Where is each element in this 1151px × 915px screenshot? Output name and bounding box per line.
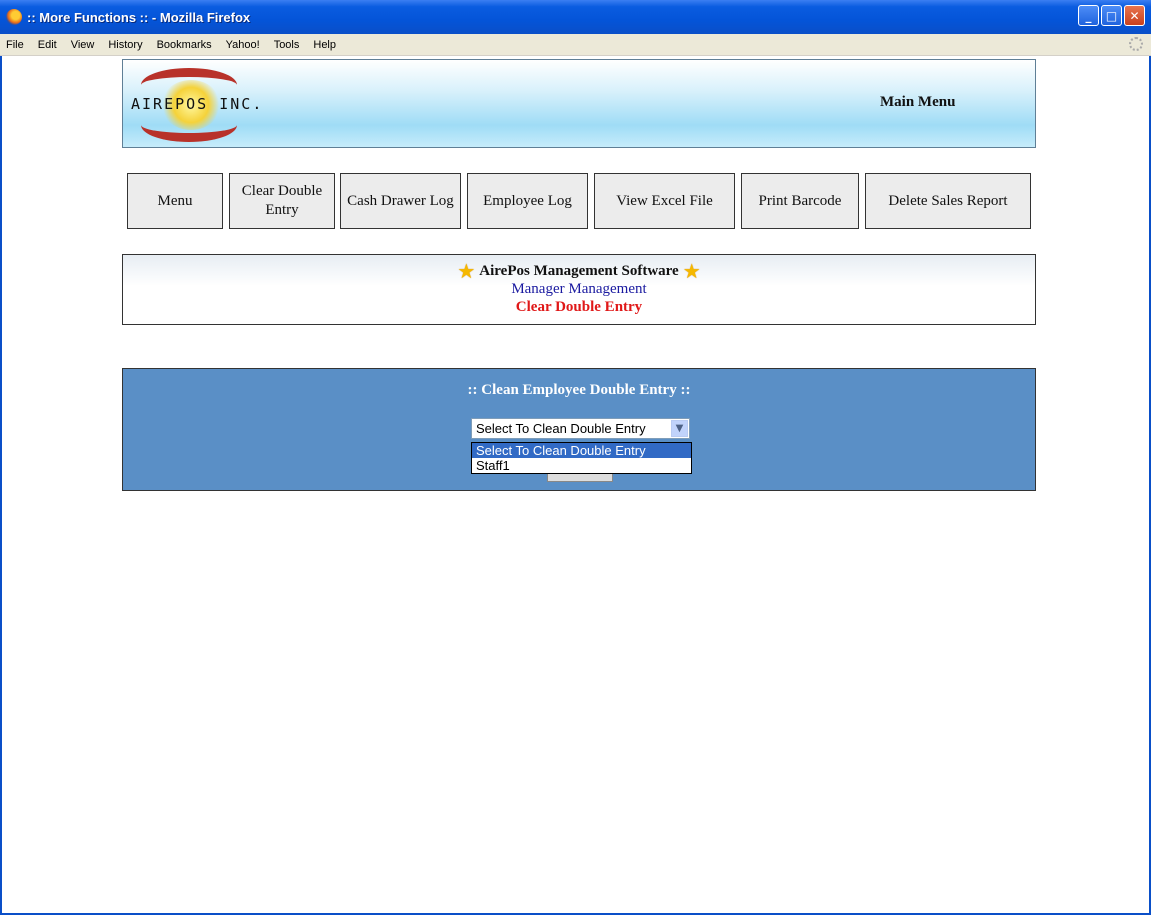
- current-page-title: Clear Double Entry: [515, 299, 643, 315]
- window-titlebar: :: More Functions :: - Mozilla Firefox _…: [0, 0, 1151, 34]
- menu-file[interactable]: File: [6, 39, 24, 51]
- menu-bookmarks[interactable]: Bookmarks: [157, 39, 212, 51]
- cash-drawer-log-button[interactable]: Cash Drawer Log: [340, 173, 461, 229]
- page-info-box: ★ AirePos Management Software ★ Manager …: [122, 254, 1036, 325]
- clean-double-entry-panel: :: Clean Employee Double Entry :: Select…: [122, 368, 1036, 491]
- view-excel-file-button[interactable]: View Excel File: [594, 173, 735, 229]
- logo-text: AIREPOS INC.: [131, 95, 264, 113]
- employee-select[interactable]: Select To Clean Double Entry ▼: [471, 418, 690, 439]
- print-barcode-button[interactable]: Print Barcode: [741, 173, 859, 229]
- logo-ring-bottom: [141, 108, 237, 142]
- section-subtitle: Manager Management: [511, 281, 647, 297]
- employee-log-button[interactable]: Employee Log: [467, 173, 588, 229]
- star-icon: ★: [457, 259, 476, 283]
- dropdown-option[interactable]: Select To Clean Double Entry: [472, 443, 691, 458]
- clear-double-entry-button[interactable]: Clear Double Entry: [229, 173, 335, 229]
- menu-button[interactable]: Menu: [127, 173, 223, 229]
- menu-help[interactable]: Help: [313, 39, 336, 51]
- menu-edit[interactable]: Edit: [38, 39, 57, 51]
- firefox-icon: [6, 9, 22, 25]
- close-button[interactable]: ✕: [1124, 5, 1145, 26]
- minimize-button[interactable]: _: [1078, 5, 1099, 26]
- select-value: Select To Clean Double Entry: [476, 421, 646, 436]
- delete-sales-report-button[interactable]: Delete Sales Report: [865, 173, 1031, 229]
- software-title-row: ★ AirePos Management Software ★: [123, 259, 1035, 283]
- main-menu-link[interactable]: Main Menu: [880, 94, 955, 111]
- dropdown-option[interactable]: Staff1: [472, 458, 691, 473]
- menubar: File Edit View History Bookmarks Yahoo! …: [0, 34, 1151, 56]
- panel-title: :: Clean Employee Double Entry ::: [467, 382, 691, 398]
- throbber-icon: [1129, 37, 1143, 51]
- airepos-logo[interactable]: AIREPOS INC.: [123, 60, 283, 149]
- chevron-down-icon[interactable]: ▼: [671, 420, 688, 437]
- menu-yahoo[interactable]: Yahoo!: [226, 39, 260, 51]
- software-title: AirePos Management Software: [479, 262, 679, 279]
- maximize-button[interactable]: □: [1101, 5, 1122, 26]
- menu-view[interactable]: View: [71, 39, 95, 51]
- menu-history[interactable]: History: [108, 39, 142, 51]
- header-banner: AIREPOS INC. Main Menu: [122, 59, 1036, 148]
- employee-dropdown-list: Select To Clean Double Entry Staff1: [471, 442, 692, 474]
- window-title: :: More Functions :: - Mozilla Firefox: [27, 9, 251, 25]
- menu-tools[interactable]: Tools: [274, 39, 300, 51]
- star-icon: ★: [682, 259, 701, 283]
